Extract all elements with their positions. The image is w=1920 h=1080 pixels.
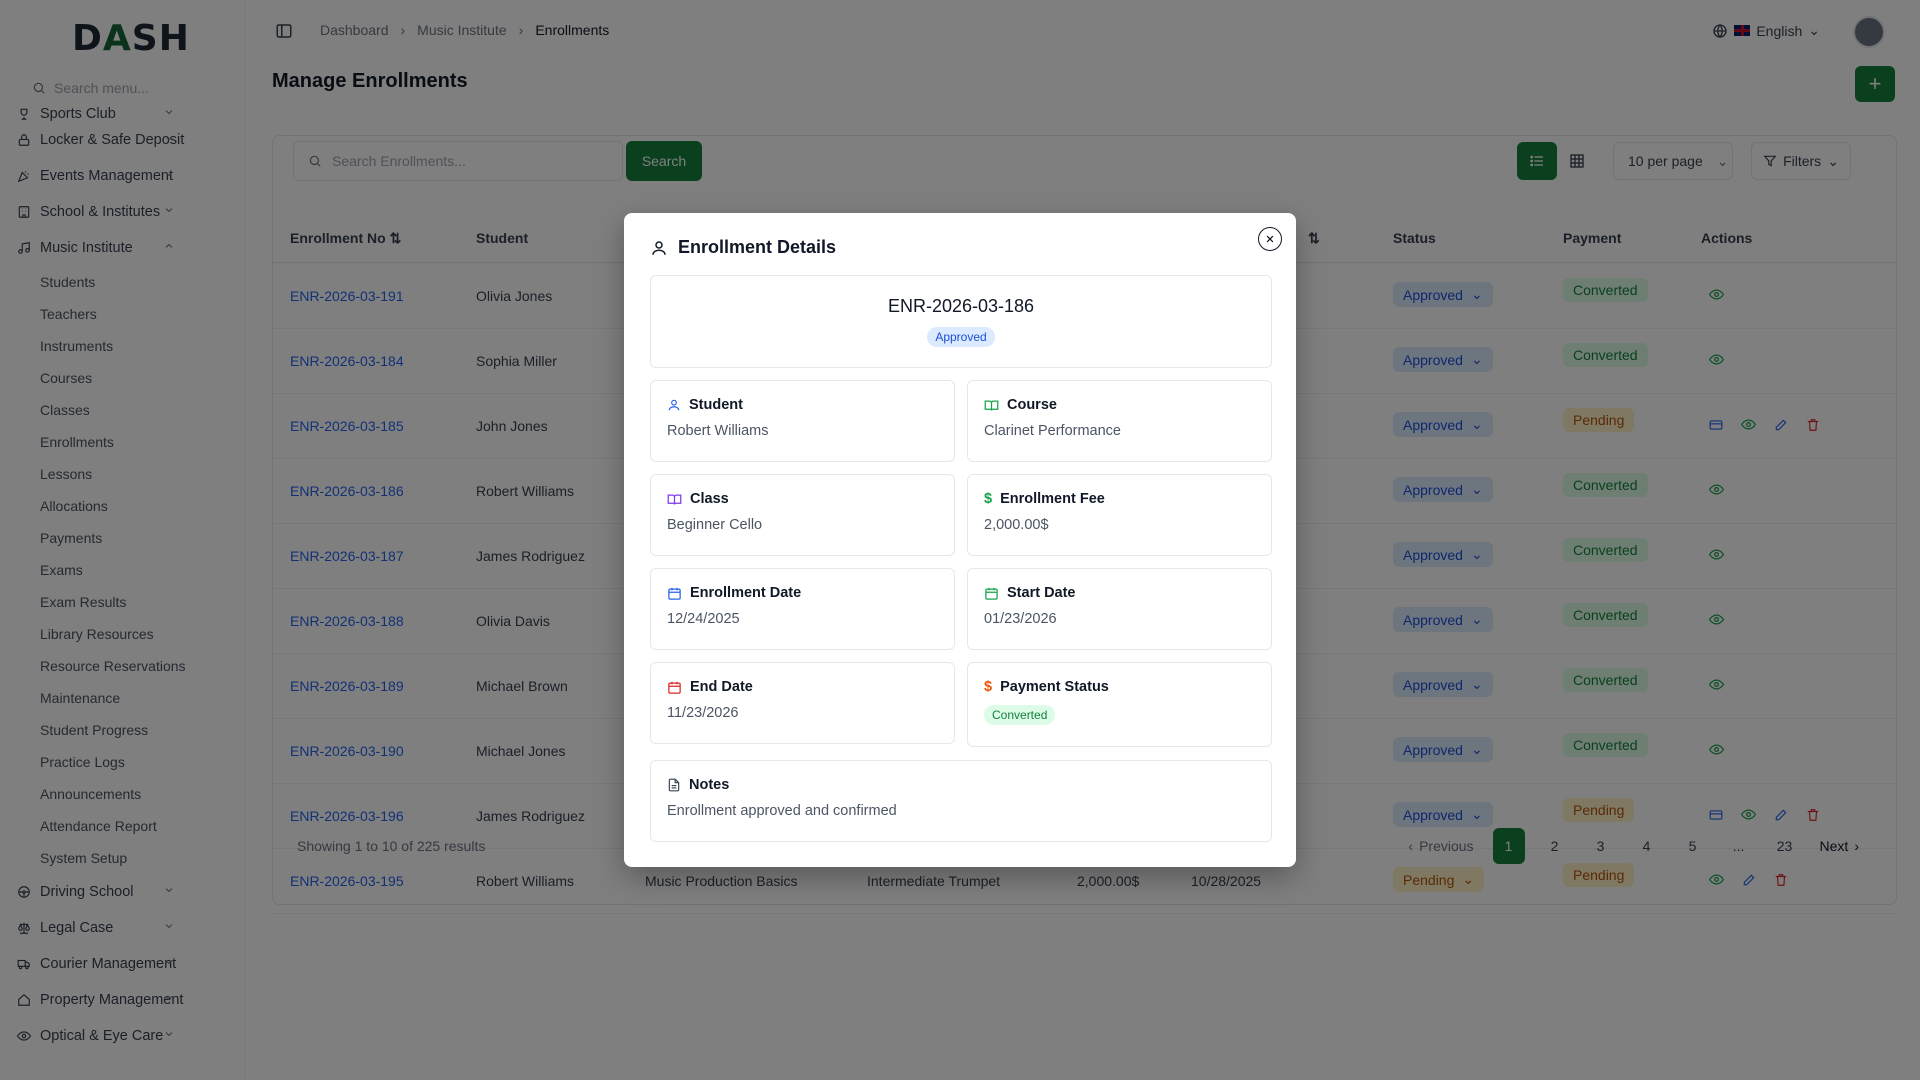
notes-label: Notes <box>689 777 730 793</box>
enrollment-date-info: Enrollment Date 12/24/2025 <box>650 568 955 650</box>
notes-info: Notes Enrollment approved and confirmed <box>650 760 1272 842</box>
student-label: Student <box>689 397 743 413</box>
status-badge: Approved <box>927 327 995 347</box>
enrollment-date-value: 12/24/2025 <box>667 611 740 627</box>
book-open-icon <box>984 400 999 411</box>
course-info: Course Clarinet Performance <box>967 380 1272 462</box>
end-date-info: End Date 11/23/2026 <box>650 662 955 744</box>
fee-value: 2,000.00$ <box>984 517 1049 533</box>
modal-title-text: Enrollment Details <box>678 237 837 257</box>
payment-status-badge: Converted <box>984 705 1056 725</box>
enrollment-summary: ENR-2026-03-186 Approved <box>650 275 1272 368</box>
calendar-icon <box>668 587 681 600</box>
start-date-value: 01/23/2026 <box>984 611 1057 627</box>
enrollment-date-label: Enrollment Date <box>690 585 802 601</box>
file-text-icon <box>668 778 680 792</box>
book-open-icon <box>667 494 682 505</box>
payment-status-info: $ Payment Status Converted <box>967 662 1272 747</box>
payment-status-label: Payment Status <box>1000 679 1109 695</box>
modal-title: Enrollment Details <box>650 237 836 258</box>
fee-info: $ Enrollment Fee 2,000.00$ <box>967 474 1272 556</box>
calendar-icon <box>985 587 998 600</box>
close-icon <box>1266 235 1274 243</box>
end-date-value: 11/23/2026 <box>667 705 739 721</box>
student-info: Student Robert Williams <box>650 380 955 462</box>
end-date-label: End Date <box>690 679 753 695</box>
user-icon <box>652 240 666 255</box>
close-button[interactable] <box>1258 227 1282 251</box>
user-icon <box>668 399 680 411</box>
enrollment-details-modal: Enrollment Details ENR-2026-03-186 Appro… <box>624 213 1296 867</box>
course-value: Clarinet Performance <box>984 423 1121 439</box>
enrollment-number: ENR-2026-03-186 <box>887 296 1035 316</box>
calendar-icon <box>668 681 681 694</box>
course-label: Course <box>1007 397 1057 413</box>
start-date-info: Start Date 01/23/2026 <box>967 568 1272 650</box>
notes-value: Enrollment approved and confirmed <box>667 803 897 819</box>
dollar-icon: $ <box>984 679 993 695</box>
class-info: Class Beginner Cello <box>650 474 955 556</box>
start-date-label: Start Date <box>1007 585 1076 601</box>
student-value: Robert Williams <box>667 423 769 439</box>
dollar-icon: $ <box>984 491 993 507</box>
fee-label: Enrollment Fee <box>1000 491 1105 507</box>
class-value: Beginner Cello <box>667 517 763 533</box>
class-label: Class <box>690 491 729 507</box>
